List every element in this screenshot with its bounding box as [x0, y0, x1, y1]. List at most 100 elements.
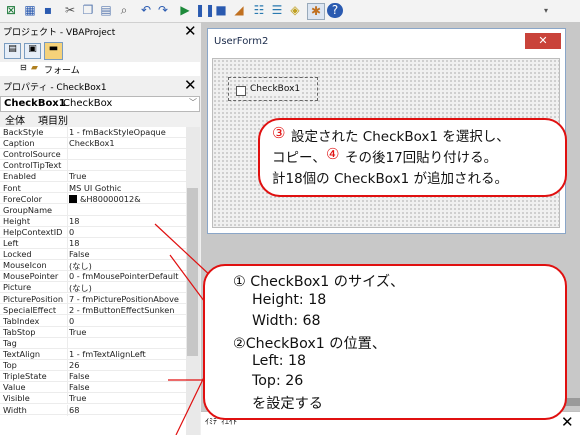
property-value[interactable]: False [69, 371, 90, 381]
property-value[interactable]: 0 [69, 227, 74, 237]
toggle-folders-icon[interactable]: ▬ [44, 42, 63, 60]
property-name: Width [3, 404, 27, 415]
explorer-icon[interactable]: ☷ [251, 3, 267, 18]
close-icon[interactable]: ✕ [561, 415, 574, 430]
property-name: PicturePosition [3, 293, 64, 304]
property-row[interactable]: MousePointer 0 - fmMousePointerDefault [0, 271, 186, 283]
column-divider [67, 204, 68, 216]
property-value[interactable]: 18 [69, 238, 79, 248]
view-code-icon[interactable]: ▤ [4, 43, 21, 59]
property-value[interactable]: 68 [69, 405, 79, 415]
property-value[interactable]: &H80000012& [80, 194, 141, 204]
property-value[interactable]: 2 - fmButtonEffectSunken [69, 305, 174, 315]
property-value[interactable]: 26 [69, 360, 79, 370]
property-value[interactable]: 0 - fmMousePointerDefault [69, 271, 178, 281]
project-toolbar: ▤ ▣ ▬ [0, 40, 200, 62]
property-row[interactable]: ControlSource [0, 149, 186, 161]
property-row[interactable]: Top 26 [0, 360, 186, 372]
property-row[interactable]: Height 18 [0, 215, 186, 227]
property-row[interactable]: MouseIcon (なし) [0, 260, 186, 272]
property-row[interactable]: TextAlign 1 - fmTextAlignLeft [0, 349, 186, 360]
property-row[interactable]: Caption CheckBox1 [0, 138, 186, 150]
property-value[interactable]: True [69, 327, 86, 337]
column-divider [67, 249, 68, 261]
checkbox-square[interactable] [236, 86, 246, 96]
property-value[interactable]: True [69, 393, 86, 403]
property-value[interactable]: True [69, 171, 86, 181]
property-name: Top [3, 360, 17, 371]
callout-bottom-line5: Left: 18 [252, 353, 307, 369]
column-divider [67, 171, 68, 183]
step4-number: ④ [326, 145, 340, 163]
property-value[interactable]: False [69, 382, 90, 392]
property-row[interactable]: BackStyle 1 - fmBackStyleOpaque [0, 127, 186, 138]
property-value[interactable]: 0 [69, 316, 74, 326]
object-select[interactable]: CheckBox1 CheckBox ﹀ [0, 96, 200, 112]
excel-icon[interactable]: ⊠ [3, 3, 19, 18]
properties-title-text: プロパティ - CheckBox1 [3, 83, 107, 93]
column-divider [67, 337, 68, 349]
property-row[interactable]: Width 68 [0, 404, 186, 416]
checkbox-label[interactable]: CheckBox1 [250, 84, 301, 94]
cut-icon[interactable]: ✂ [62, 3, 78, 18]
undo-icon[interactable]: ↶ [138, 3, 154, 18]
property-value[interactable]: 18 [69, 216, 79, 226]
tree-item-forms[interactable]: フォーム [44, 63, 80, 76]
toolbar-overflow-icon[interactable]: ▾ [538, 3, 554, 18]
property-row[interactable]: Left 18 [0, 238, 186, 249]
run-icon[interactable]: ▶ [177, 3, 193, 18]
userform-title: UserForm2 [214, 36, 269, 47]
property-value[interactable]: MS UI Gothic [69, 183, 121, 193]
property-row[interactable]: Tag [0, 337, 186, 349]
close-icon[interactable]: ✕ [184, 78, 197, 93]
find-icon[interactable]: ⌕ [116, 3, 132, 18]
color-swatch [69, 194, 77, 203]
property-value[interactable]: False [69, 249, 90, 259]
paste-icon[interactable]: ▤ [98, 3, 114, 18]
redo-icon[interactable]: ↷ [155, 3, 171, 18]
close-icon[interactable]: ✕ [184, 24, 197, 39]
property-row[interactable]: SpecialEffect 2 - fmButtonEffectSunken [0, 304, 186, 316]
property-row[interactable]: ControlTipText [0, 160, 186, 172]
expand-icon[interactable]: ⊟ [20, 63, 27, 72]
pause-icon[interactable]: ❚❚ [195, 3, 215, 18]
property-row[interactable]: ForeColor &H80000012& [0, 193, 186, 205]
close-icon[interactable]: ✕ [525, 33, 561, 49]
property-row[interactable]: Value False [0, 382, 186, 394]
callout-top-line2a: コピー、 [272, 150, 326, 166]
callout-top-line1: 設定された CheckBox1 を選択し、 [291, 129, 510, 145]
toolbox-icon[interactable]: ✱ [307, 3, 325, 20]
properties-icon[interactable]: ☰ [269, 3, 285, 18]
property-value[interactable]: CheckBox1 [69, 138, 115, 148]
property-value[interactable]: 7 - fmPicturePositionAbove [69, 294, 179, 304]
properties-scroll-thumb[interactable] [187, 188, 198, 356]
property-row[interactable]: TabIndex 0 [0, 315, 186, 327]
design-icon[interactable]: ◢ [231, 3, 247, 18]
object-browser-icon[interactable]: ◈ [287, 3, 303, 18]
property-row[interactable]: Picture (なし) [0, 282, 186, 294]
property-row[interactable]: PicturePosition 7 - fmPicturePositionAbov… [0, 293, 186, 305]
property-row[interactable]: Enabled True [0, 171, 186, 183]
tab-category[interactable]: 項目別 [38, 112, 68, 127]
property-row[interactable]: Locked False [0, 249, 186, 261]
column-divider [67, 326, 68, 338]
save-icon[interactable]: ▪ [40, 3, 56, 18]
property-row[interactable]: GroupName [0, 204, 186, 216]
property-row[interactable]: TripleState False [0, 371, 186, 383]
chevron-down-icon[interactable]: ﹀ [189, 97, 197, 108]
help-icon[interactable]: ? [327, 3, 343, 18]
stop-icon[interactable]: ■ [213, 3, 229, 18]
property-row[interactable]: TabStop True [0, 326, 186, 338]
property-row[interactable]: Visible True [0, 393, 186, 405]
property-row[interactable]: Font MS UI Gothic [0, 182, 186, 194]
tab-all[interactable]: 全体 [5, 112, 25, 127]
property-name: TripleState [3, 371, 47, 382]
view-object-icon[interactable]: ▣ [24, 43, 41, 59]
property-value[interactable]: 1 - fmBackStyleOpaque [69, 127, 166, 137]
property-value[interactable]: 1 - fmTextAlignLeft [69, 349, 146, 359]
grid-icon[interactable]: ▦ [22, 3, 38, 18]
copy-icon[interactable]: ❐ [80, 3, 96, 18]
property-row[interactable]: HelpContextID 0 [0, 226, 186, 238]
properties-tabs: 全体 項目別 [0, 112, 200, 127]
callout-bottom-line7: を設定する [252, 396, 323, 412]
